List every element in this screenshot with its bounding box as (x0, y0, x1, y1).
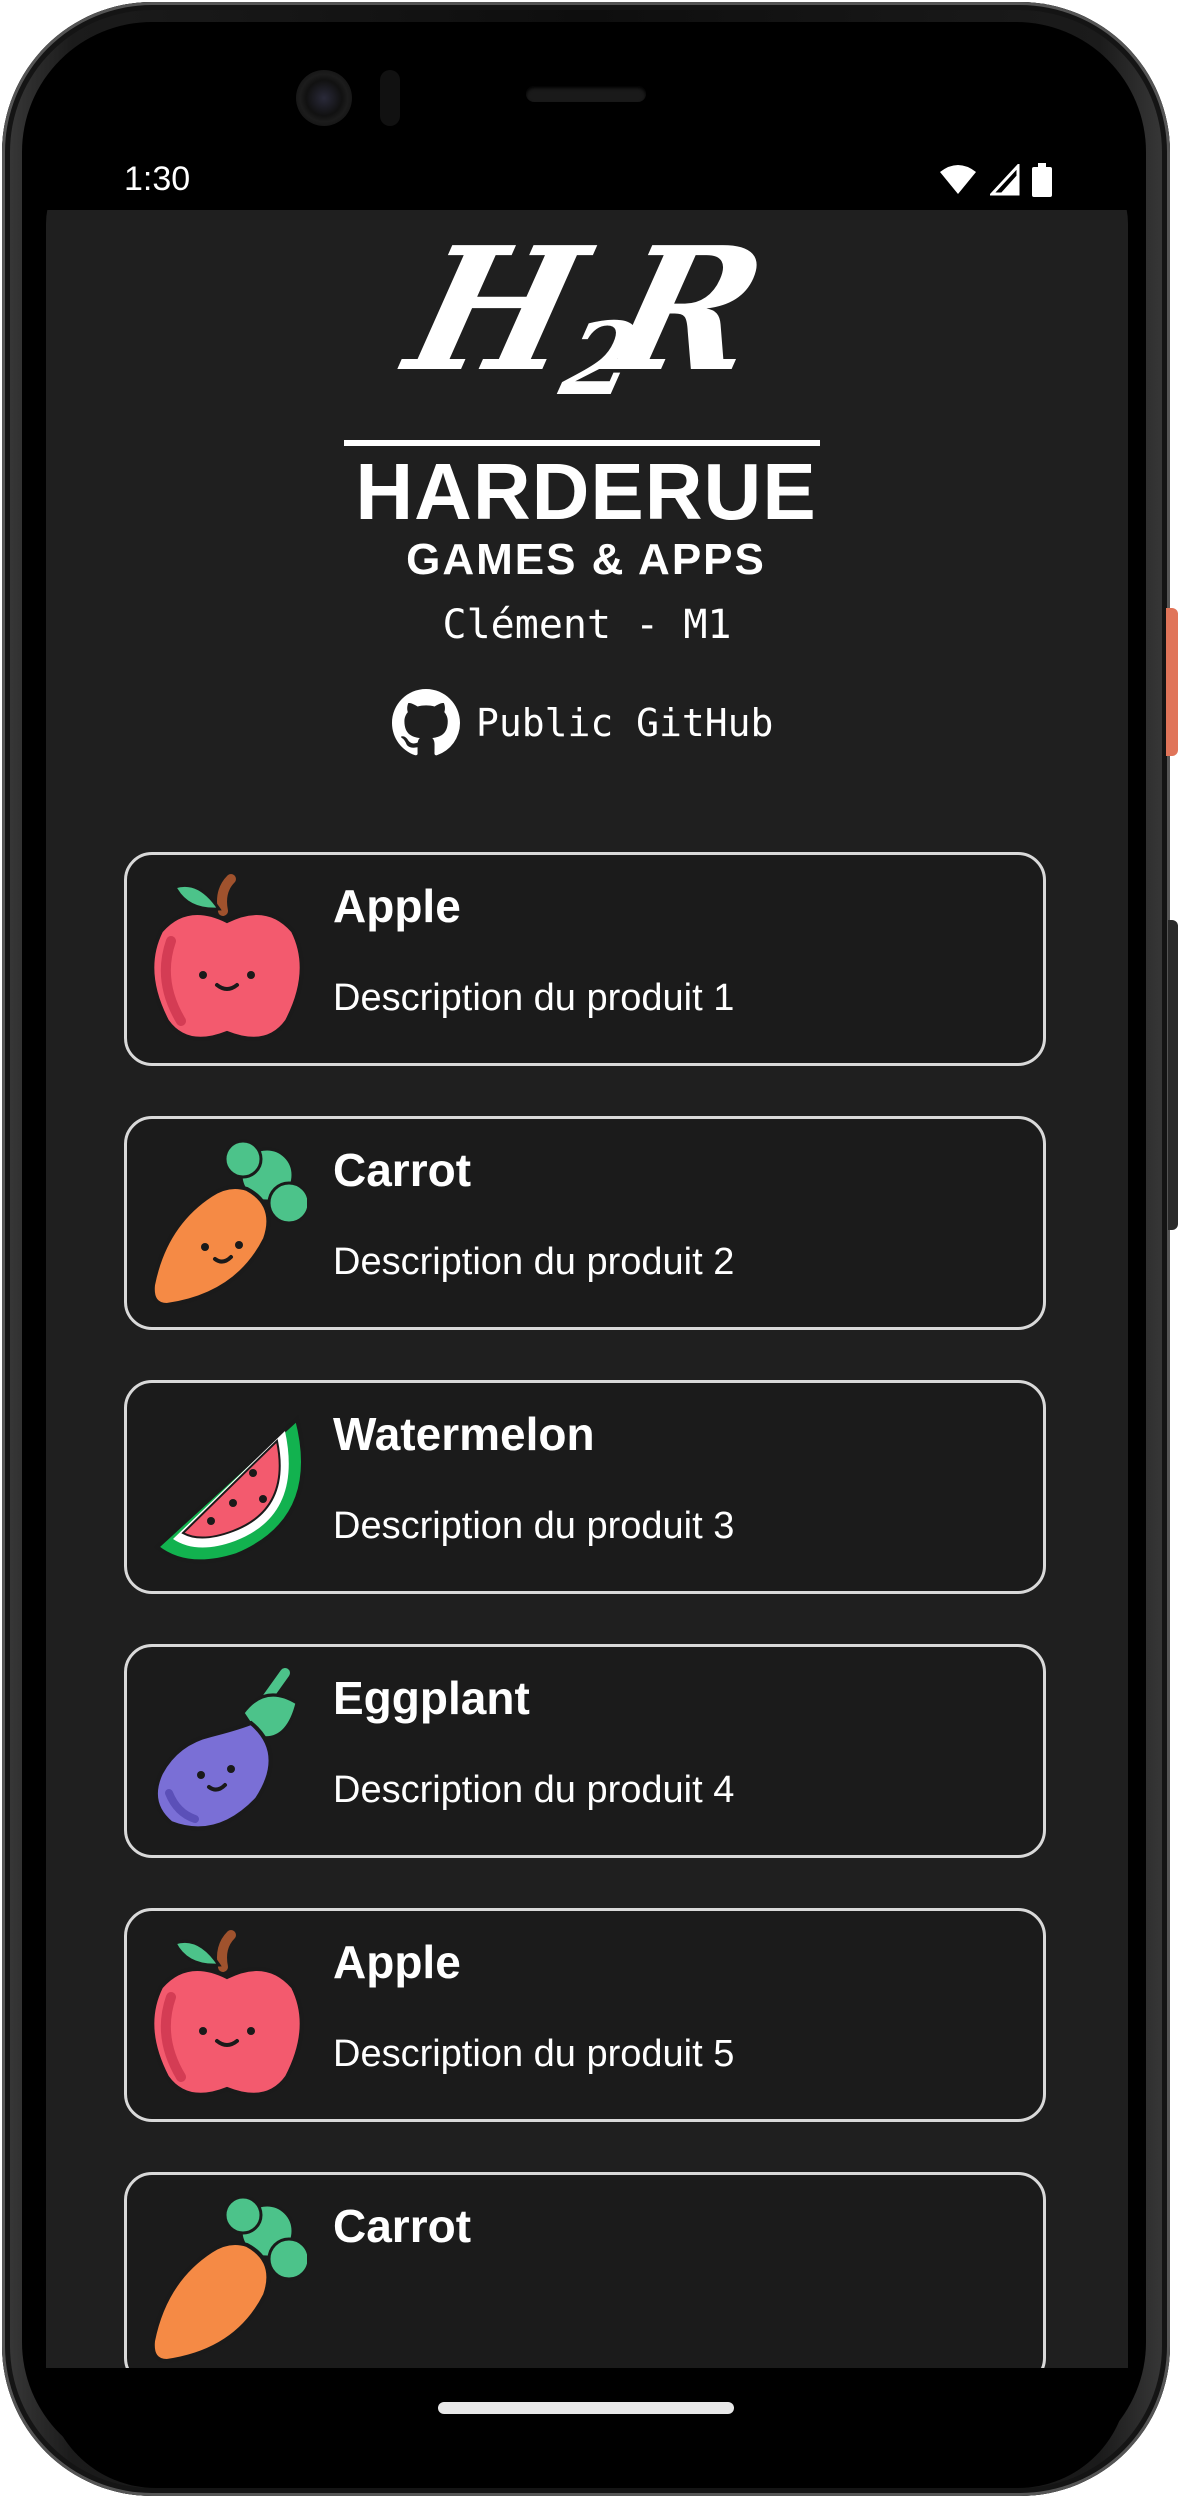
status-time: 1:30 (124, 160, 191, 198)
logo-subtitle: GAMES & APPS (406, 535, 766, 584)
wifi-icon (940, 165, 976, 194)
proximity-sensor (380, 70, 400, 126)
github-link[interactable]: Public GitHub (392, 688, 773, 758)
volume-button (1168, 920, 1178, 1230)
product-card[interactable]: Apple Description du produit 5 (124, 1908, 1046, 2122)
status-icons (938, 162, 1052, 198)
product-name: Carrot (333, 1144, 472, 1196)
product-description: Description du produit 3 (333, 1505, 735, 1547)
product-description: Description du produit 1 (333, 977, 735, 1019)
carrot-icon (150, 1139, 307, 1308)
product-description: Description du produit 4 (333, 1769, 735, 1811)
cellular-signal-icon (990, 164, 1020, 196)
product-description: Description du produit 2 (333, 1241, 735, 1283)
product-name: Apple (333, 880, 461, 932)
logo-title: HARDERUE (355, 447, 817, 536)
home-gesture-handle[interactable] (438, 2402, 734, 2414)
logo-divider (344, 440, 820, 446)
apple-icon (150, 1930, 304, 2097)
github-icon (392, 689, 460, 756)
navigation-bar (46, 2368, 1128, 2488)
author-label: Clément - M1 (442, 602, 732, 648)
product-name: Watermelon (333, 1408, 595, 1460)
product-card[interactable]: Eggplant Description du produit 4 (124, 1644, 1046, 1858)
product-name: Eggplant (333, 1672, 530, 1724)
earpiece-speaker (526, 86, 646, 102)
front-camera (296, 70, 352, 126)
power-button (1166, 608, 1178, 756)
product-description: Description du produit 5 (333, 2033, 735, 2075)
eggplant-icon (153, 1668, 299, 1831)
product-card[interactable]: Carrot Description du produit 2 (124, 1116, 1046, 1330)
product-name: Apple (333, 1936, 461, 1988)
github-label: Public GitHub (476, 701, 774, 745)
product-card[interactable]: Watermelon Description du produit 3 (124, 1380, 1046, 1594)
product-name: Carrot (333, 2200, 472, 2252)
app-content: H 2 R HARDERUE GAMES & APPS Clément - M1… (46, 210, 1128, 2368)
watermelon-icon (153, 1415, 305, 1564)
logo-monogram: H 2 R (391, 210, 783, 418)
harderue-logo: H 2 R HARDERUE GAMES & APPS (316, 210, 856, 582)
carrot-icon (150, 2195, 307, 2364)
product-card[interactable]: Carrot (124, 2172, 1046, 2368)
status-bar: 1:30 (46, 146, 1128, 210)
product-card[interactable]: Apple Description du produit 1 (124, 852, 1046, 1066)
screen: 1:30 H 2 R HARDERUE GAMES & APPS Clément… (46, 146, 1128, 2368)
battery-icon (1032, 163, 1052, 197)
apple-icon (150, 874, 304, 1041)
